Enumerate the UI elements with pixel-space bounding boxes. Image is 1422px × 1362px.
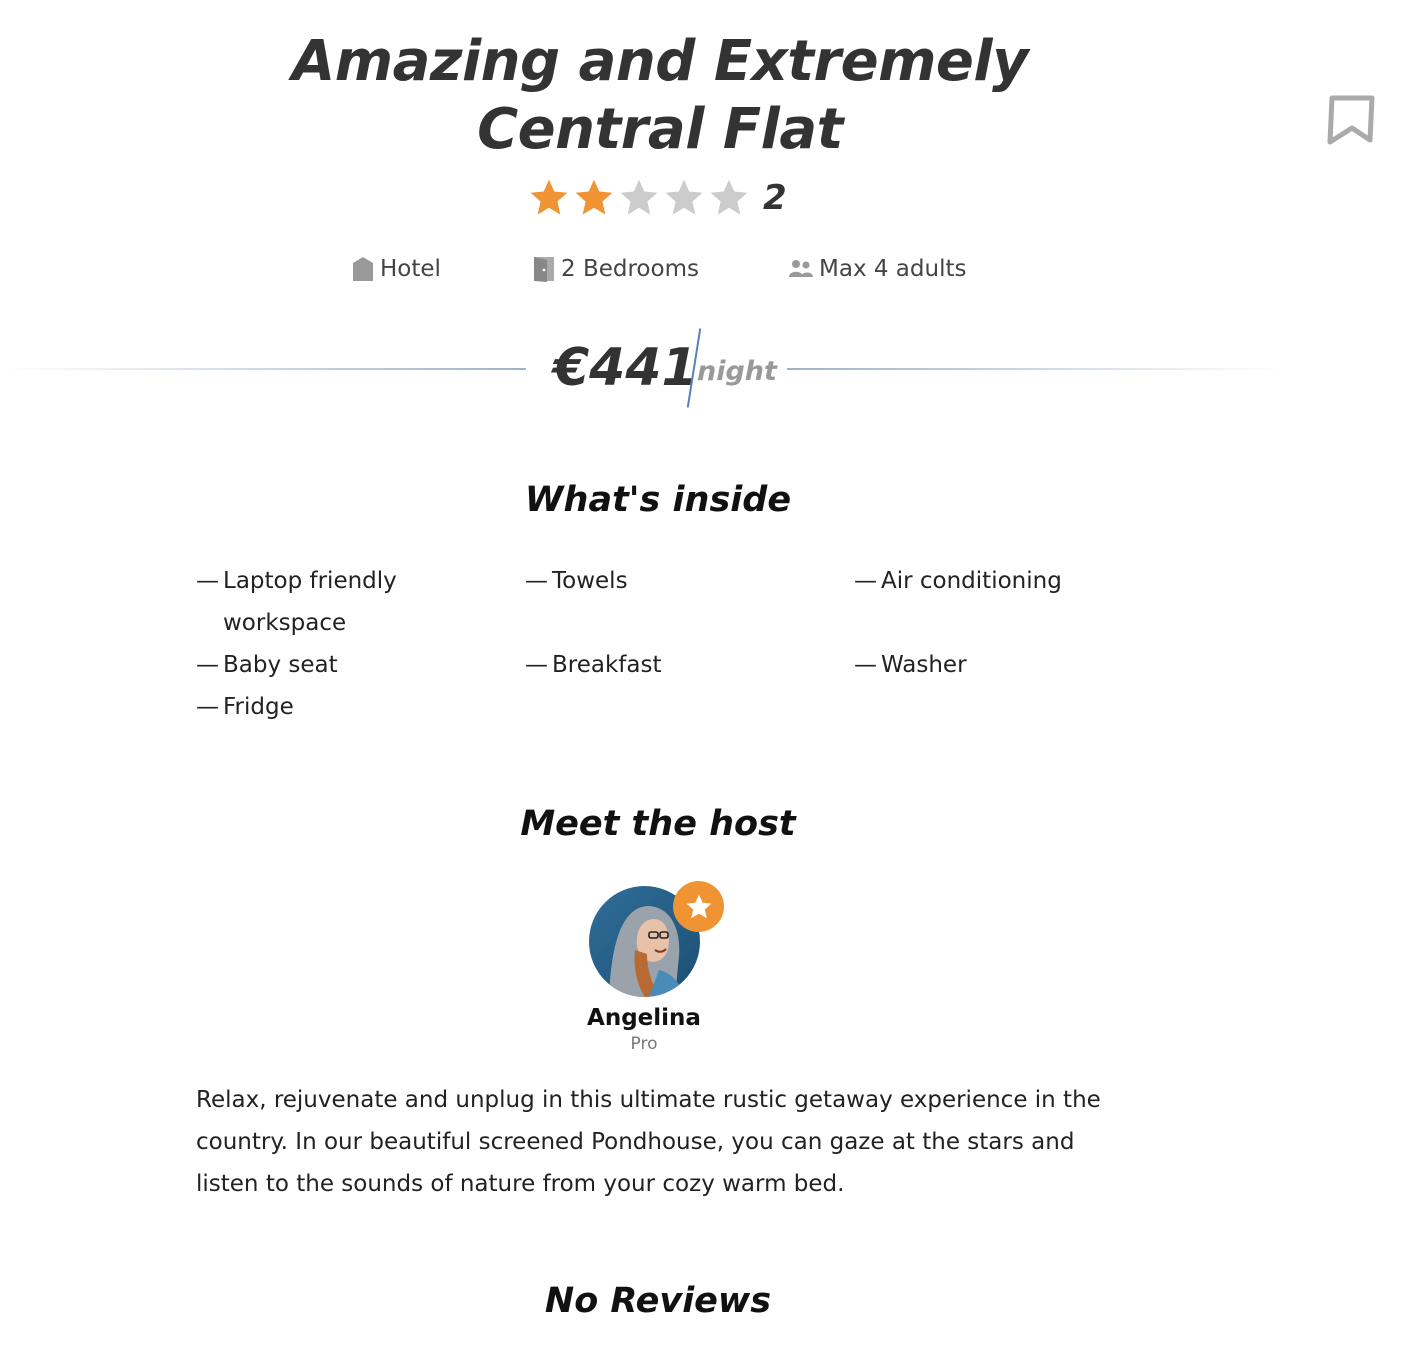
host-name: Angelina xyxy=(587,1005,701,1031)
capacity-label: Max 4 adults xyxy=(819,256,967,282)
star-empty-icon xyxy=(620,179,658,215)
list-item-label: Baby seat xyxy=(223,652,338,678)
host-role: Pro xyxy=(630,1034,658,1054)
rating: 2 xyxy=(528,174,787,222)
list-item-label: Fridge xyxy=(223,694,294,720)
price-divider-right xyxy=(787,368,1287,370)
people-icon xyxy=(789,260,813,277)
property-type-label: Hotel xyxy=(380,256,441,282)
star-filled-icon xyxy=(575,179,613,215)
capacity: Max 4 adults xyxy=(789,250,966,288)
list-item-dash: — xyxy=(196,568,219,594)
amenities-list: — Laptop friendly workspace — Towels — Air co… xyxy=(196,560,1186,728)
building-icon xyxy=(353,257,373,281)
bedrooms-label: 2 Bedrooms xyxy=(561,256,699,282)
rating-stars xyxy=(528,177,753,219)
list-item: — Towels xyxy=(525,560,854,644)
list-item-label: Towels xyxy=(552,568,628,594)
reviews-heading: No Reviews xyxy=(544,1281,772,1321)
list-item-label: Breakfast xyxy=(552,652,662,678)
star-icon xyxy=(686,894,711,918)
star-empty-icon xyxy=(710,179,748,215)
rating-value: 2 xyxy=(763,178,787,218)
host-description: Relax, rejuvenate and unplug in this ult… xyxy=(196,1087,1101,1197)
list-item-label: Laptop friendly workspace xyxy=(223,568,397,636)
bookmark-icon xyxy=(1327,95,1375,145)
list-item: — Baby seat xyxy=(196,644,525,686)
list-item: — Washer xyxy=(854,644,1183,686)
host-pro-badge xyxy=(673,881,724,932)
list-item: — Air conditioning xyxy=(854,560,1183,644)
price-divider-left xyxy=(0,368,526,370)
listing-title-line2: Central Flat xyxy=(477,97,843,162)
host-heading: Meet the host xyxy=(520,804,796,844)
bedrooms: 2 Bedrooms xyxy=(533,250,699,288)
list-item-dash: — xyxy=(854,652,877,678)
list-item: — Fridge xyxy=(196,686,525,728)
list-item-dash: — xyxy=(854,568,877,594)
bookmark-button[interactable] xyxy=(1326,94,1378,146)
list-item-dash: — xyxy=(525,568,548,594)
listing-title-line1: Amazing and Extremely xyxy=(291,29,1029,94)
list-item-label: Air conditioning xyxy=(881,568,1062,594)
price-amount: €441 xyxy=(553,338,698,398)
amenities-heading: What's inside xyxy=(524,480,792,520)
listing-page: Amazing and Extremely Central Flat 2 Hot… xyxy=(0,0,1422,1362)
property-type: Hotel xyxy=(352,250,441,288)
list-item-dash: — xyxy=(525,652,548,678)
list-item: — Breakfast xyxy=(525,644,854,686)
star-empty-icon xyxy=(665,179,703,215)
list-item-dash: — xyxy=(196,694,219,720)
star-filled-icon xyxy=(530,179,568,215)
list-item: — Laptop friendly workspace xyxy=(196,560,525,644)
listing-title: Amazing and Extremely Central Flat xyxy=(260,28,1060,164)
price-unit: night xyxy=(697,356,777,387)
list-item-dash: — xyxy=(196,652,219,678)
list-item-label: Washer xyxy=(881,652,967,678)
door-icon xyxy=(534,257,554,282)
